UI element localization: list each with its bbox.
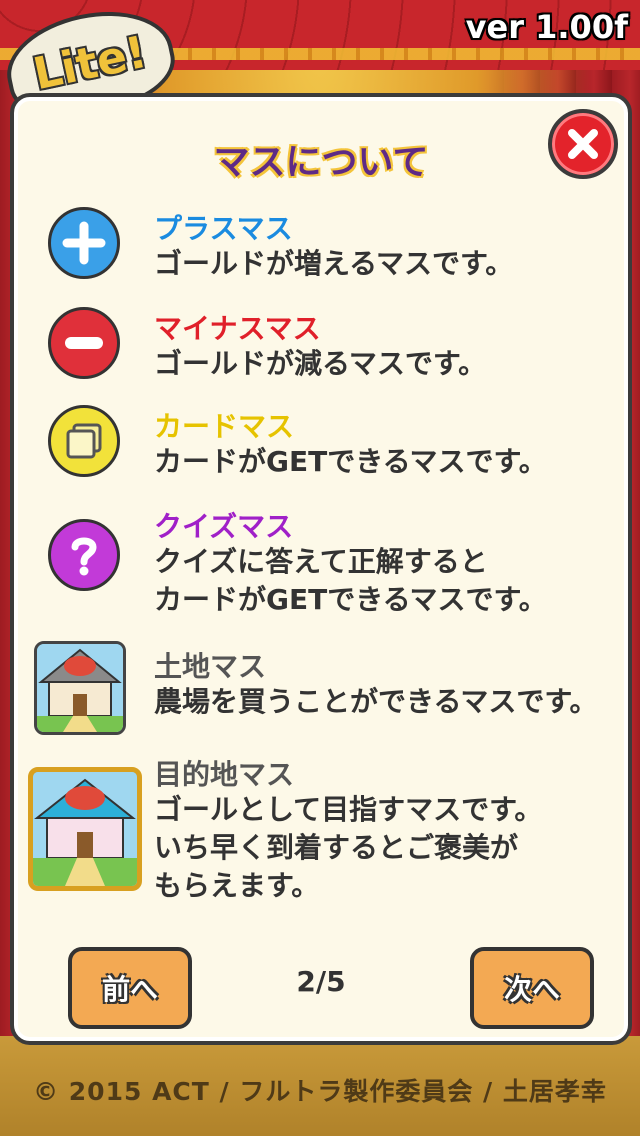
version-label: ver 1.00f <box>465 8 628 46</box>
help-panel: マスについて プラスマス ゴールドが増えるマスです。 マイナスマス ゴールドが減… <box>10 93 632 1045</box>
question-icon <box>48 519 120 591</box>
entry-description: 農場を買うことができるマスです。 <box>154 685 598 718</box>
copyright-text: © 2015 ACT / フルトラ製作委員会 / 土居孝幸 <box>33 1077 607 1106</box>
next-button[interactable]: 次へ <box>470 947 594 1029</box>
entry-title: 土地マス <box>154 650 267 683</box>
entry-description: カードがGETできるマスです。 <box>154 445 547 478</box>
entry-card: カードマス カードがGETできるマスです。 <box>14 405 628 485</box>
close-icon <box>568 129 598 159</box>
entry-title: マイナスマス <box>154 312 321 345</box>
entry-minus: マイナスマス ゴールドが減るマスです。 <box>14 307 628 387</box>
entry-title: カードマス <box>154 410 295 443</box>
entry-land: 土地マス 農場を買うことができるマスです。 <box>14 641 628 745</box>
entry-description: クイズに答えて正解すると カードがGETできるマスです。 <box>154 545 547 616</box>
entry-description: ゴールとして目指すマスです。 いち早く到着するとご褒美が もらえます。 <box>154 793 543 902</box>
close-button[interactable] <box>548 109 618 179</box>
plus-icon <box>48 207 120 279</box>
entry-quiz: クイズマス クイズに答えて正解すると カードがGETできるマスです。 <box>14 505 628 616</box>
entry-goal: 目的地マス ゴールとして目指すマスです。 いち早く到着するとご褒美が もらえます… <box>14 753 628 903</box>
card-icon <box>48 405 120 477</box>
panel-title: マスについて <box>213 142 429 183</box>
entry-title: プラスマス <box>154 212 293 245</box>
entry-description: ゴールドが減るマスです。 <box>154 347 487 380</box>
entry-title: 目的地マス <box>154 758 295 791</box>
farm-house-icon <box>34 641 126 735</box>
entry-description: ゴールドが増えるマスです。 <box>154 247 514 280</box>
entry-plus: プラスマス ゴールドが増えるマスです。 <box>14 207 628 287</box>
entry-title: クイズマス <box>154 510 294 543</box>
goal-house-icon <box>28 767 142 891</box>
next-button-label: 次へ <box>503 973 560 1006</box>
minus-icon <box>48 307 120 379</box>
